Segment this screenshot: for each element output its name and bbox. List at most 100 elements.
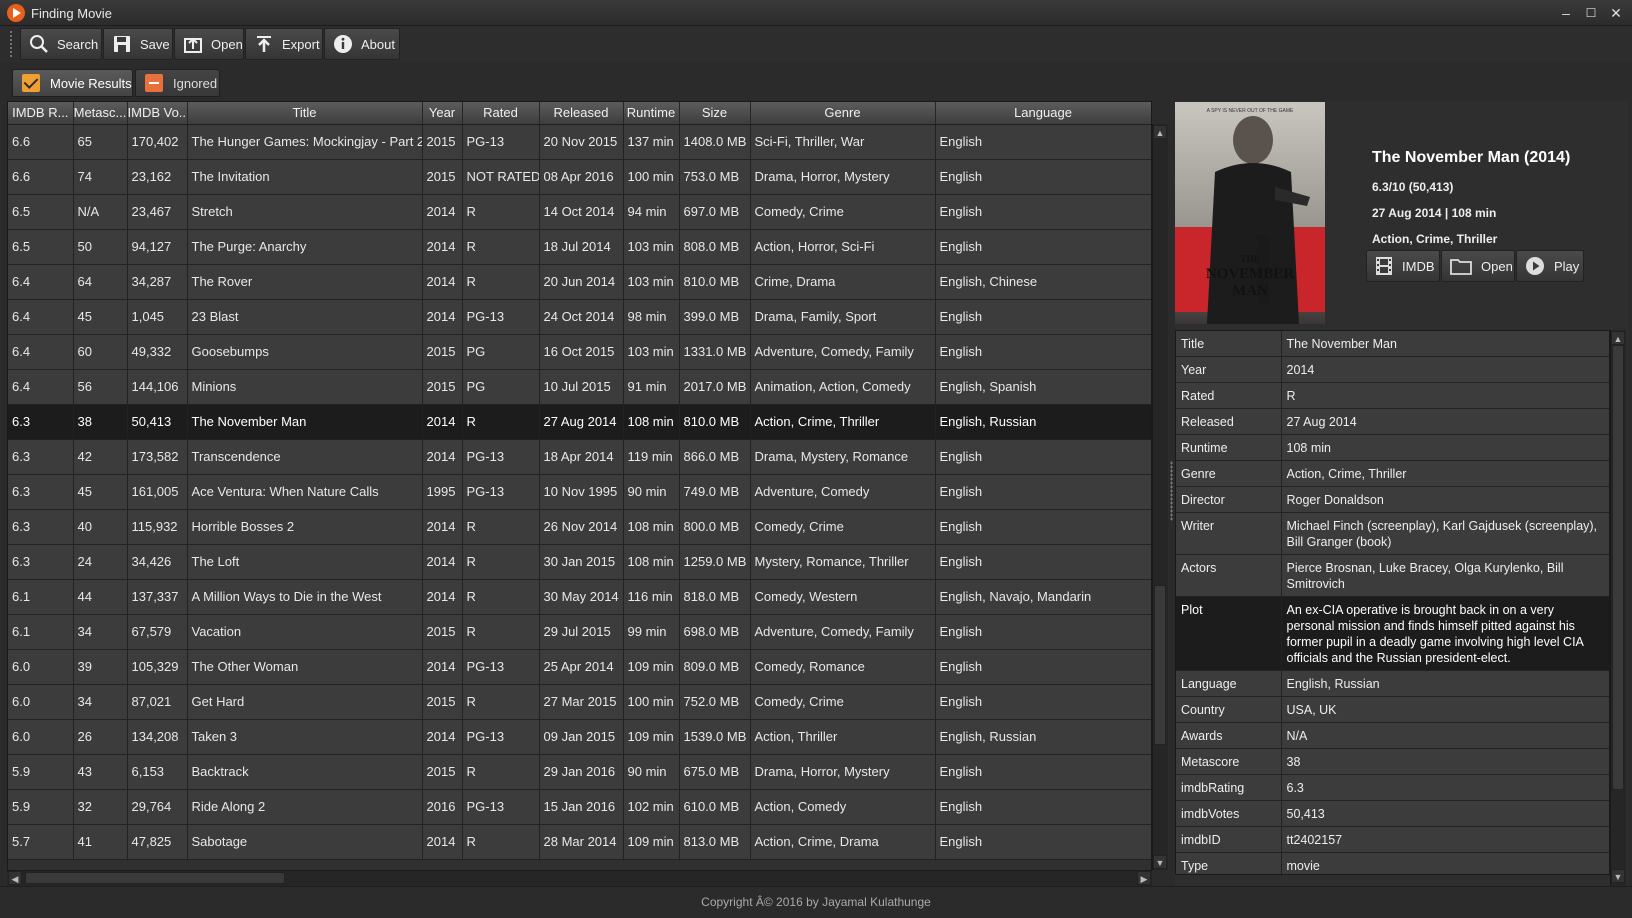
table-row[interactable]: 6.6 74 23,162 The Invitation 2015 NOT RATED 08… — [8, 159, 1151, 195]
column-header[interactable]: Year — [422, 102, 463, 125]
save-button[interactable]: Save — [103, 28, 173, 60]
column-header[interactable]: Metasc... — [73, 102, 128, 125]
table-cell: PG-13 — [462, 789, 540, 825]
toolbar-grip[interactable] — [9, 30, 13, 58]
table-cell: 2015 — [422, 754, 463, 790]
detail-value: 6.3 — [1281, 774, 1609, 801]
detail-row: imdbRating 6.3 — [1176, 774, 1609, 801]
table-row[interactable]: 6.6 65 170,402 The Hunger Games: Mockingjay… — [8, 124, 1151, 160]
table-row[interactable]: 6.4 45 1,045 23 Blast 2014 PG-13 24 Oct 2014 98… — [8, 299, 1151, 335]
column-header[interactable]: Runtime — [623, 102, 680, 125]
column-header[interactable]: Title — [187, 102, 423, 125]
table-cell: 29,764 — [127, 789, 188, 825]
details-vertical-scroll-thumb[interactable] — [1612, 345, 1624, 790]
table-cell: 6.6 — [8, 124, 74, 160]
table-cell: Crime, Drama — [750, 264, 936, 300]
table-cell: 50,413 — [127, 404, 188, 440]
export-button[interactable]: Export — [245, 28, 323, 60]
table-row[interactable]: 5.7 41 47,825 Sabotage 2014 R 28 Mar 2014 109 m… — [8, 824, 1151, 860]
grid-horizontal-scroll-thumb[interactable] — [25, 872, 285, 884]
tab-ignored[interactable]: Ignored — [135, 69, 220, 97]
table-cell: 108 min — [623, 404, 680, 440]
grid-header-row: IMDB R... Metasc... IMDB Vo... Title Year Rat… — [8, 102, 1151, 125]
column-header[interactable]: IMDB R... — [8, 102, 74, 125]
detail-key: Rated — [1176, 382, 1282, 409]
scroll-left-arrow-icon[interactable]: ◀ — [8, 871, 22, 885]
column-header[interactable]: Genre — [750, 102, 936, 125]
column-header[interactable]: Rated — [462, 102, 540, 125]
table-cell: The Other Woman — [187, 649, 423, 685]
minimize-button[interactable]: – — [1555, 3, 1577, 23]
open-folder-button[interactable]: Open — [1441, 250, 1515, 282]
table-cell: Backtrack — [187, 754, 423, 790]
table-row[interactable]: 6.3 24 34,426 The Loft 2014 R 30 Jan 2015 108 m… — [8, 544, 1151, 580]
play-button[interactable]: Play — [1516, 250, 1584, 282]
imdb-button-label: IMDB — [1402, 258, 1435, 274]
table-cell: R — [462, 264, 540, 300]
details-scroll-down-arrow-icon[interactable]: ▼ — [1611, 869, 1625, 883]
imdb-button[interactable]: IMDB — [1366, 250, 1440, 282]
detail-value: Roger Donaldson — [1281, 486, 1609, 513]
table-cell: 29 Jan 2016 — [539, 754, 624, 790]
table-cell: Transcendence — [187, 439, 423, 475]
table-cell: 2015 — [422, 684, 463, 720]
detail-value: R — [1281, 382, 1609, 409]
table-cell: The November Man — [187, 404, 423, 440]
grid-vertical-scroll-thumb[interactable] — [1154, 585, 1166, 745]
column-header[interactable]: Language — [935, 102, 1151, 125]
table-row[interactable]: 6.4 56 144,106 Minions 2015 PG 10 Jul 2015 91 m… — [8, 369, 1151, 405]
table-cell: PG-13 — [462, 474, 540, 510]
table-cell: 810.0 MB — [679, 404, 751, 440]
table-cell: 87,021 — [127, 684, 188, 720]
table-cell: 91 min — [623, 369, 680, 405]
maximize-button[interactable]: ☐ — [1580, 3, 1602, 23]
scroll-up-arrow-icon[interactable]: ▲ — [1153, 125, 1167, 139]
table-cell: PG-13 — [462, 649, 540, 685]
table-cell: 2014 — [422, 649, 463, 685]
table-row[interactable]: 6.3 45 161,005 Ace Ventura: When Nature Cal… — [8, 474, 1151, 510]
grid-vertical-scrollbar[interactable] — [1152, 124, 1168, 870]
table-cell: R — [462, 824, 540, 860]
panel-splitter[interactable] — [1168, 101, 1175, 886]
table-row[interactable]: 6.4 60 49,332 Goosebumps 2015 PG 16 Oct 2015 10… — [8, 334, 1151, 370]
movie-date-runtime: 27 Aug 2014 | 108 min — [1372, 206, 1497, 220]
table-row[interactable]: 5.9 32 29,764 Ride Along 2 2016 PG-13 15 Jan 2… — [8, 789, 1151, 825]
column-header[interactable]: IMDB Vo... — [127, 102, 188, 125]
table-cell: R — [462, 194, 540, 230]
table-row[interactable]: 6.3 42 173,582 Transcendence 2014 PG-13 18 Apr… — [8, 439, 1151, 475]
detail-key: Released — [1176, 408, 1282, 435]
scroll-right-arrow-icon[interactable]: ▶ — [1137, 871, 1151, 885]
table-row[interactable]: 6.3 38 50,413 The November Man 2014 R 27 Aug 2… — [8, 404, 1151, 440]
detail-value: 27 Aug 2014 — [1281, 408, 1609, 435]
table-cell: 5.7 — [8, 824, 74, 860]
table-row[interactable]: 6.0 34 87,021 Get Hard 2015 R 27 Mar 2015 100 m… — [8, 684, 1151, 720]
about-button[interactable]: About — [324, 28, 400, 60]
table-row[interactable]: 6.5 50 94,127 The Purge: Anarchy 2014 R 18 Jul… — [8, 229, 1151, 265]
table-row[interactable]: 6.4 64 34,287 The Rover 2014 R 20 Jun 2014 103 … — [8, 264, 1151, 300]
close-button[interactable]: ✕ — [1605, 3, 1627, 23]
table-cell: R — [462, 754, 540, 790]
table-cell: English — [935, 159, 1151, 195]
table-row[interactable]: 6.1 44 137,337 A Million Ways to Die in the… — [8, 579, 1151, 615]
tab-movie-results[interactable]: Movie Results — [12, 69, 133, 97]
search-button[interactable]: Search — [20, 28, 102, 60]
scroll-down-arrow-icon[interactable]: ▼ — [1153, 855, 1167, 869]
column-header[interactable]: Released — [539, 102, 624, 125]
table-cell: 144,106 — [127, 369, 188, 405]
detail-key: Genre — [1176, 460, 1282, 487]
table-row[interactable]: 6.1 34 67,579 Vacation 2015 R 29 Jul 2015 99 mi… — [8, 614, 1151, 650]
table-row[interactable]: 6.0 26 134,208 Taken 3 2014 PG-13 09 Jan 2015 1… — [8, 719, 1151, 755]
details-scroll-up-arrow-icon[interactable]: ▲ — [1611, 331, 1625, 345]
table-row[interactable]: 5.9 43 6,153 Backtrack 2015 R 29 Jan 2016 90 mi… — [8, 754, 1151, 790]
table-cell: 752.0 MB — [679, 684, 751, 720]
table-row[interactable]: 6.3 40 115,932 Horrible Bosses 2 2014 R 26 Nov… — [8, 509, 1151, 545]
table-row[interactable]: 6.0 39 105,329 The Other Woman 2014 PG-13 25 A… — [8, 649, 1151, 685]
table-cell: English — [935, 439, 1151, 475]
play-icon — [1526, 257, 1544, 275]
column-header[interactable]: Size — [679, 102, 751, 125]
detail-value: The November Man — [1281, 331, 1609, 357]
table-row[interactable]: 6.5 N/A 23,467 Stretch 2014 R 14 Oct 2014 94 mi… — [8, 194, 1151, 230]
table-cell: 108 min — [623, 509, 680, 545]
detail-key: Awards — [1176, 722, 1282, 749]
open-button[interactable]: Open — [174, 28, 244, 60]
